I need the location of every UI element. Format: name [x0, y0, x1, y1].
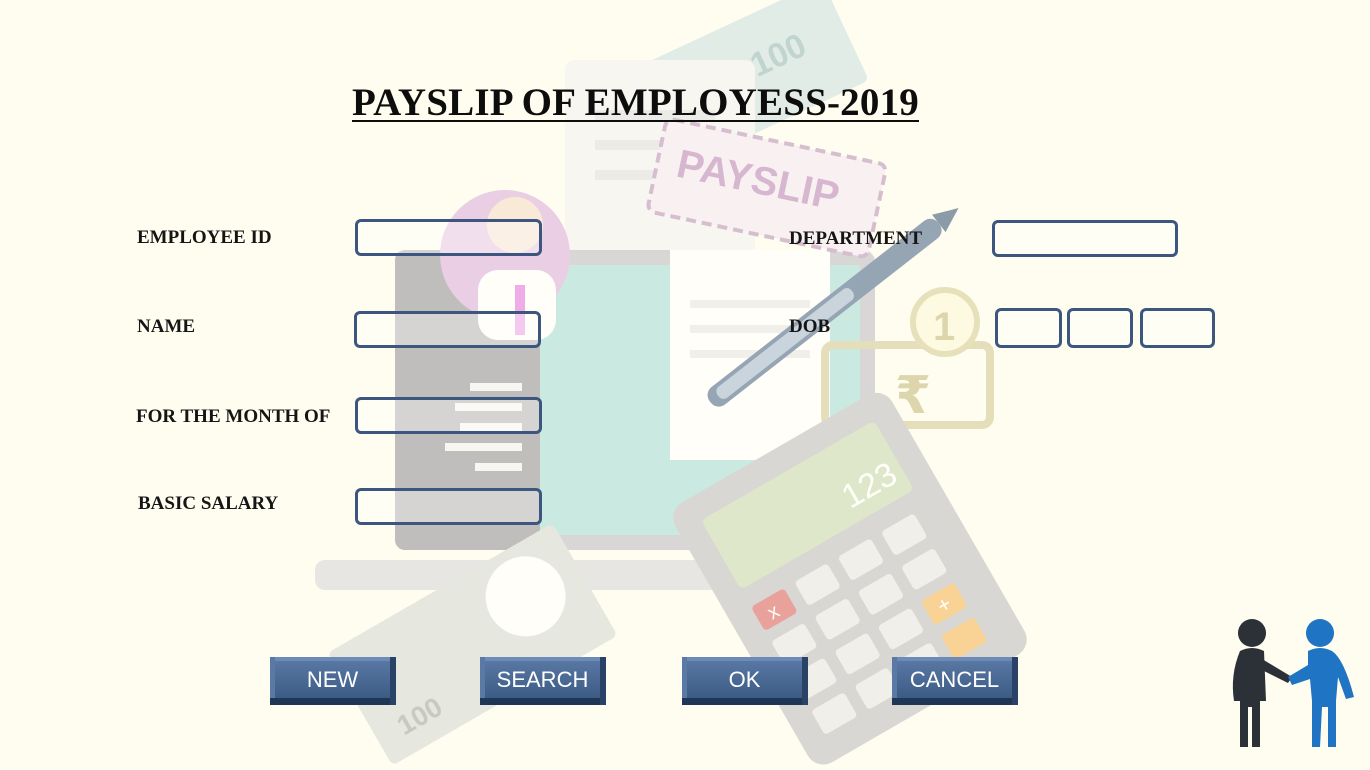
dob-year-input[interactable]	[1140, 308, 1215, 348]
ok-button-label: OK	[687, 661, 802, 698]
new-button[interactable]: NEW	[270, 657, 396, 705]
handshake-icon	[1232, 619, 1354, 747]
search-button-label: SEARCH	[485, 661, 600, 698]
basic-salary-input[interactable]	[355, 488, 542, 525]
employee-id-input[interactable]	[355, 219, 542, 256]
cancel-button-label: CANCEL	[897, 661, 1012, 698]
month-input[interactable]	[355, 397, 542, 434]
month-label: FOR THE MONTH OF	[136, 406, 331, 427]
name-input[interactable]	[354, 311, 541, 348]
cancel-button[interactable]: CANCEL	[892, 657, 1018, 705]
dob-month-input[interactable]	[1067, 308, 1133, 348]
dob-label: DOB	[789, 316, 831, 337]
dob-day-input[interactable]	[995, 308, 1062, 348]
banknote-bottom-graphic: 100	[329, 525, 616, 764]
basic-salary-label: BASIC SALARY	[138, 493, 279, 514]
new-button-label: NEW	[275, 661, 390, 698]
coin-value: 1	[933, 305, 955, 349]
name-label: NAME	[137, 316, 196, 337]
page-title: PAYSLIP OF EMPLOYESS-2019	[352, 81, 919, 124]
employee-id-label: EMPLOYEE ID	[137, 227, 272, 248]
ok-button[interactable]: OK	[682, 657, 808, 705]
search-button[interactable]: SEARCH	[480, 657, 606, 705]
department-label: DEPARTMENT	[789, 228, 923, 249]
department-input[interactable]	[992, 220, 1178, 257]
